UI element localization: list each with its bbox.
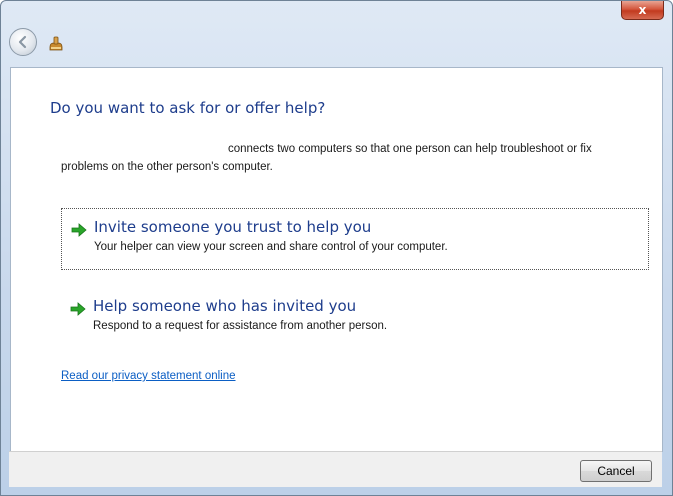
option-help-someone[interactable]: Help someone who has invited you Respond… [61, 288, 649, 350]
cancel-button[interactable]: Cancel [580, 460, 652, 482]
option-subtitle: Your helper can view your screen and sha… [94, 241, 448, 253]
description-line-1: connects two computers so that one perso… [228, 143, 592, 155]
option-subtitle: Respond to a request for assistance from… [93, 320, 388, 332]
back-button[interactable] [9, 28, 37, 56]
option-invite-helper[interactable]: Invite someone you trust to help you You… [61, 208, 649, 270]
privacy-statement-link[interactable]: Read our privacy statement online [61, 370, 236, 382]
navigation-bar [9, 28, 669, 64]
description-line-2: problems on the other person's computer. [61, 161, 273, 173]
green-arrow-icon [70, 302, 86, 316]
option-title: Invite someone you trust to help you [94, 218, 372, 236]
footer-bar: Cancel [9, 451, 662, 487]
close-button[interactable]: x [621, 1, 664, 20]
description-text: connects two computers so that one perso… [61, 140, 651, 176]
close-icon: x [638, 3, 647, 17]
green-arrow-icon [71, 223, 87, 237]
page-title: Do you want to ask for or offer help? [50, 99, 326, 117]
remote-assistance-icon [49, 36, 63, 51]
back-arrow-icon [18, 35, 27, 49]
option-title: Help someone who has invited you [93, 297, 357, 315]
